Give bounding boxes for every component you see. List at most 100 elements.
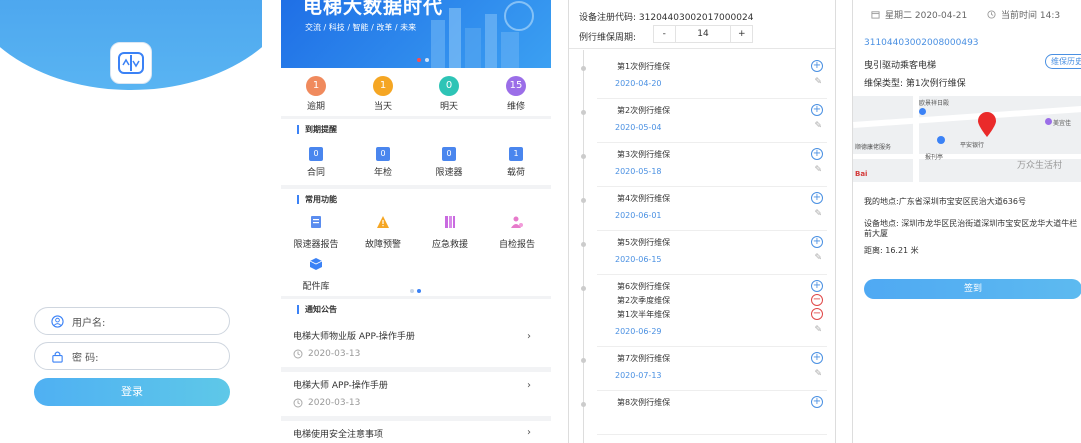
maintenance-item-date: 2020-06-15 [615, 255, 662, 264]
period-value[interactable]: 14 [676, 26, 731, 42]
calendar-icon [871, 11, 880, 19]
banner-page-dot-active[interactable] [417, 58, 421, 62]
period-stepper[interactable]: - 14 + [653, 25, 753, 43]
edit-icon[interactable]: ✎ [814, 369, 822, 379]
login-button[interactable]: 登录 [34, 378, 230, 406]
edit-icon[interactable]: ✎ [814, 253, 822, 263]
remove-circle-icon[interactable]: − [811, 294, 823, 306]
edit-icon[interactable]: ✎ [814, 209, 822, 219]
notice-item-date: 2020-03-13 [308, 398, 361, 408]
expiry-governor[interactable]: 0 限速器 [419, 147, 479, 178]
timeline-dot [581, 66, 586, 71]
device-registration-code[interactable]: 31104403002008000493 [864, 38, 979, 48]
poi-marker-icon [1045, 118, 1052, 125]
banner-page-dot[interactable] [425, 58, 429, 62]
edit-icon[interactable]: ✎ [814, 165, 822, 175]
maintenance-screen: 设备注册代码: 31204403002017000024 例行维保周期: - 1… [568, 0, 836, 443]
function-parts-library[interactable]: 配件库 [283, 257, 349, 292]
expiry-inspection[interactable]: 0 年检 [353, 147, 413, 178]
stat-overdue[interactable]: 1 逾期 [286, 76, 346, 112]
function-governor-report[interactable]: 限速器报告 [283, 215, 349, 250]
stat-today[interactable]: 1 当天 [353, 76, 413, 112]
period-decrement-button[interactable]: - [654, 26, 676, 42]
maintenance-item[interactable]: 第7次例行维保 +2020-07-13 ✎ [569, 350, 835, 394]
divider [281, 367, 551, 372]
timeline-dot [581, 242, 586, 247]
notice-item-date: 2020-03-13 [308, 349, 361, 359]
stat-tomorrow[interactable]: 0 明天 [419, 76, 479, 112]
notice-item[interactable]: 电梯使用安全注意事项 › [293, 427, 539, 440]
maintenance-item[interactable]: 第5次例行维保 +2020-06-15 ✎ [569, 234, 835, 278]
period-label: 例行维保周期: [579, 33, 637, 43]
maintenance-item[interactable]: 第2次例行维保 +2020-05-04 ✎ [569, 102, 835, 146]
maintenance-item[interactable]: 第1次例行维保 +2020-04-20 ✎ [569, 58, 835, 102]
lock-icon [52, 351, 63, 363]
row-divider [597, 230, 827, 231]
functions-section-title: 常用功能 [297, 195, 337, 204]
time-row: 当前时间 14:3 [987, 8, 1060, 21]
maintenance-item[interactable]: 第4次例行维保 +2020-06-01 ✎ [569, 190, 835, 234]
maintenance-item[interactable]: 第3次例行维保 +2020-05-18 ✎ [569, 146, 835, 190]
add-circle-icon[interactable]: + [811, 192, 823, 204]
my-location: 我的地点:广东省深圳市宝安区民治大道636号 [864, 197, 1026, 206]
edit-icon[interactable]: ✎ [814, 121, 822, 131]
report-icon [311, 216, 321, 228]
add-circle-icon[interactable]: + [811, 236, 823, 248]
expiry-inspection-count: 0 [376, 147, 390, 161]
add-circle-icon[interactable]: + [811, 396, 823, 408]
maintenance-item-label: 第5次例行维保 [617, 238, 671, 247]
edit-icon[interactable]: ✎ [814, 77, 822, 87]
row-divider [597, 274, 827, 275]
add-circle-icon[interactable]: + [811, 104, 823, 116]
chevron-right-icon: › [527, 331, 531, 342]
row-divider [597, 434, 827, 435]
app-logo [110, 42, 152, 84]
timeline-dot [581, 198, 586, 203]
add-circle-icon[interactable]: + [811, 60, 823, 72]
expiry-inspection-label: 年检 [373, 168, 392, 178]
header-divider [569, 48, 835, 49]
maintenance-item-label: 第3次例行维保 [617, 150, 671, 159]
password-field[interactable]: 密 码: [34, 342, 230, 370]
stat-today-count: 1 [373, 76, 393, 96]
remove-circle-icon[interactable]: − [811, 308, 823, 320]
home-banner[interactable]: 电梯大数据时代 交流 / 科技 / 智能 / 改革 / 未来 [281, 0, 551, 68]
username-placeholder: 用户名: [72, 317, 106, 329]
functions-page-dot[interactable] [410, 289, 414, 293]
function-self-check-report[interactable]: 自检报告 [484, 215, 550, 250]
maintenance-item[interactable]: 第6次例行维保 + 第2次季度维保 − 第1次半年维保 − 2020-06-29 ✎ [569, 278, 835, 350]
location-pin-icon [978, 112, 996, 137]
maintenance-item-date: 2020-07-13 [615, 371, 662, 380]
username-field[interactable]: 用户名: [34, 307, 230, 335]
maintenance-history-button[interactable]: 维保历史 [1045, 54, 1081, 69]
stat-repair[interactable]: 15 维修 [486, 76, 546, 112]
poi-marker-icon [937, 136, 945, 144]
expiry-panel: 到期提醒 0 合同 0 年检 0 限速器 1 载荷 [281, 119, 551, 185]
period-increment-button[interactable]: + [730, 26, 752, 42]
add-circle-icon[interactable]: + [811, 148, 823, 160]
functions-page-dot-active[interactable] [417, 289, 421, 293]
edit-icon[interactable]: ✎ [814, 325, 822, 335]
stat-overdue-label: 逾期 [306, 102, 325, 112]
maintenance-item[interactable]: 第8次例行维保 + [569, 394, 835, 438]
elevator-name: 曳引驱动乘客电梯 [864, 61, 937, 71]
expiry-section-title: 到期提醒 [297, 125, 337, 134]
maintenance-item-label: 第4次例行维保 [617, 194, 671, 203]
function-fault-warning[interactable]: 故障预警 [350, 215, 416, 250]
banner-title: 电梯大数据时代 [303, 0, 444, 18]
add-circle-icon[interactable]: + [811, 352, 823, 364]
location-map[interactable]: 欧景祥日殿 平安银行 美宜佳 万众生活村 顺德康佬服务 报刊亭 Bai [853, 96, 1081, 182]
distance: 距离: 16.21 米 [864, 246, 919, 255]
add-circle-icon[interactable]: + [811, 280, 823, 292]
notice-item[interactable]: 电梯大师物业版 APP-操作手册 2020-03-13 › [293, 329, 539, 359]
maintenance-item-date: 2020-06-01 [615, 211, 662, 220]
checkin-button[interactable]: 签到 [864, 279, 1081, 299]
expiry-load[interactable]: 1 载荷 [486, 147, 546, 178]
timeline-dot [581, 402, 586, 407]
notice-item[interactable]: 电梯大师 APP-操作手册 2020-03-13 › [293, 378, 539, 408]
map-logo: Bai [855, 170, 868, 178]
expiry-contract[interactable]: 0 合同 [286, 147, 346, 178]
rescue-icon [445, 216, 455, 228]
poi-marker-icon [919, 108, 926, 115]
function-emergency-rescue[interactable]: 应急救援 [417, 215, 483, 250]
